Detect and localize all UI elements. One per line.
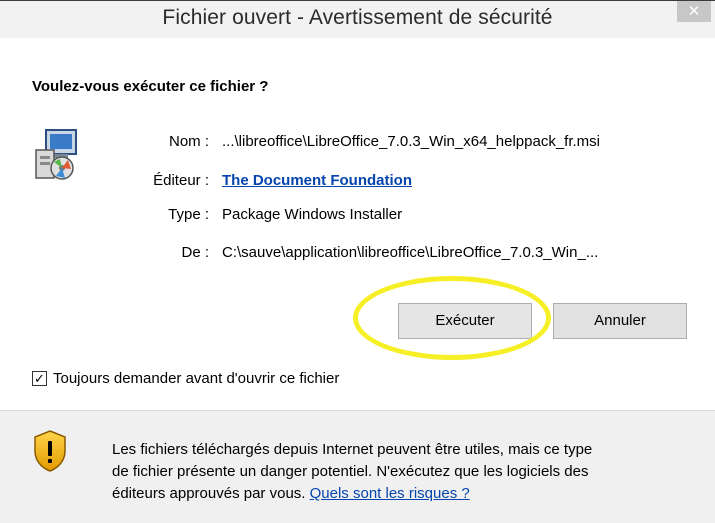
warning-line-3-text: éditeurs approuvés par vous. [112, 485, 306, 502]
close-button[interactable]: ✕ [677, 1, 711, 22]
question-heading: Voulez-vous exécuter ce fichier ? [32, 78, 269, 95]
risks-link[interactable]: Quels sont les risques ? [310, 485, 470, 502]
publisher-label: Éditeur : [153, 172, 209, 189]
warning-line-1: Les fichiers téléchargés depuis Internet… [112, 441, 593, 458]
security-warning-dialog: Fichier ouvert - Avertissement de sécuri… [0, 0, 715, 523]
warning-line-2: de fichier présente un danger potentiel.… [112, 463, 589, 480]
name-label: Nom : [168, 133, 209, 150]
always-ask-checkbox[interactable]: ✓ [32, 371, 47, 386]
from-label: De : [181, 244, 209, 261]
name-value: ...\libreoffice\LibreOffice_7.0.3_Win_x6… [222, 133, 600, 150]
title-bar[interactable]: Fichier ouvert - Avertissement de sécuri… [0, 0, 715, 38]
always-ask-label[interactable]: Toujours demander avant d'ouvrir ce fich… [53, 370, 339, 387]
type-label: Type : [168, 206, 209, 223]
security-shield-icon [34, 430, 66, 472]
warning-footer: Les fichiers téléchargés depuis Internet… [0, 410, 715, 523]
window-title: Fichier ouvert - Avertissement de sécuri… [162, 6, 553, 29]
from-value: C:\sauve\application\libreoffice\LibreOf… [222, 244, 599, 261]
type-value: Package Windows Installer [222, 206, 403, 223]
run-button[interactable]: Exécuter [398, 303, 532, 339]
warning-line-3: éditeurs approuvés par vous. Quels sont … [112, 483, 702, 505]
cancel-button[interactable]: Annuler [553, 303, 687, 339]
publisher-link[interactable]: The Document Foundation [222, 172, 412, 189]
warning-text: Les fichiers téléchargés depuis Internet… [112, 439, 702, 505]
installer-package-icon [35, 129, 77, 180]
